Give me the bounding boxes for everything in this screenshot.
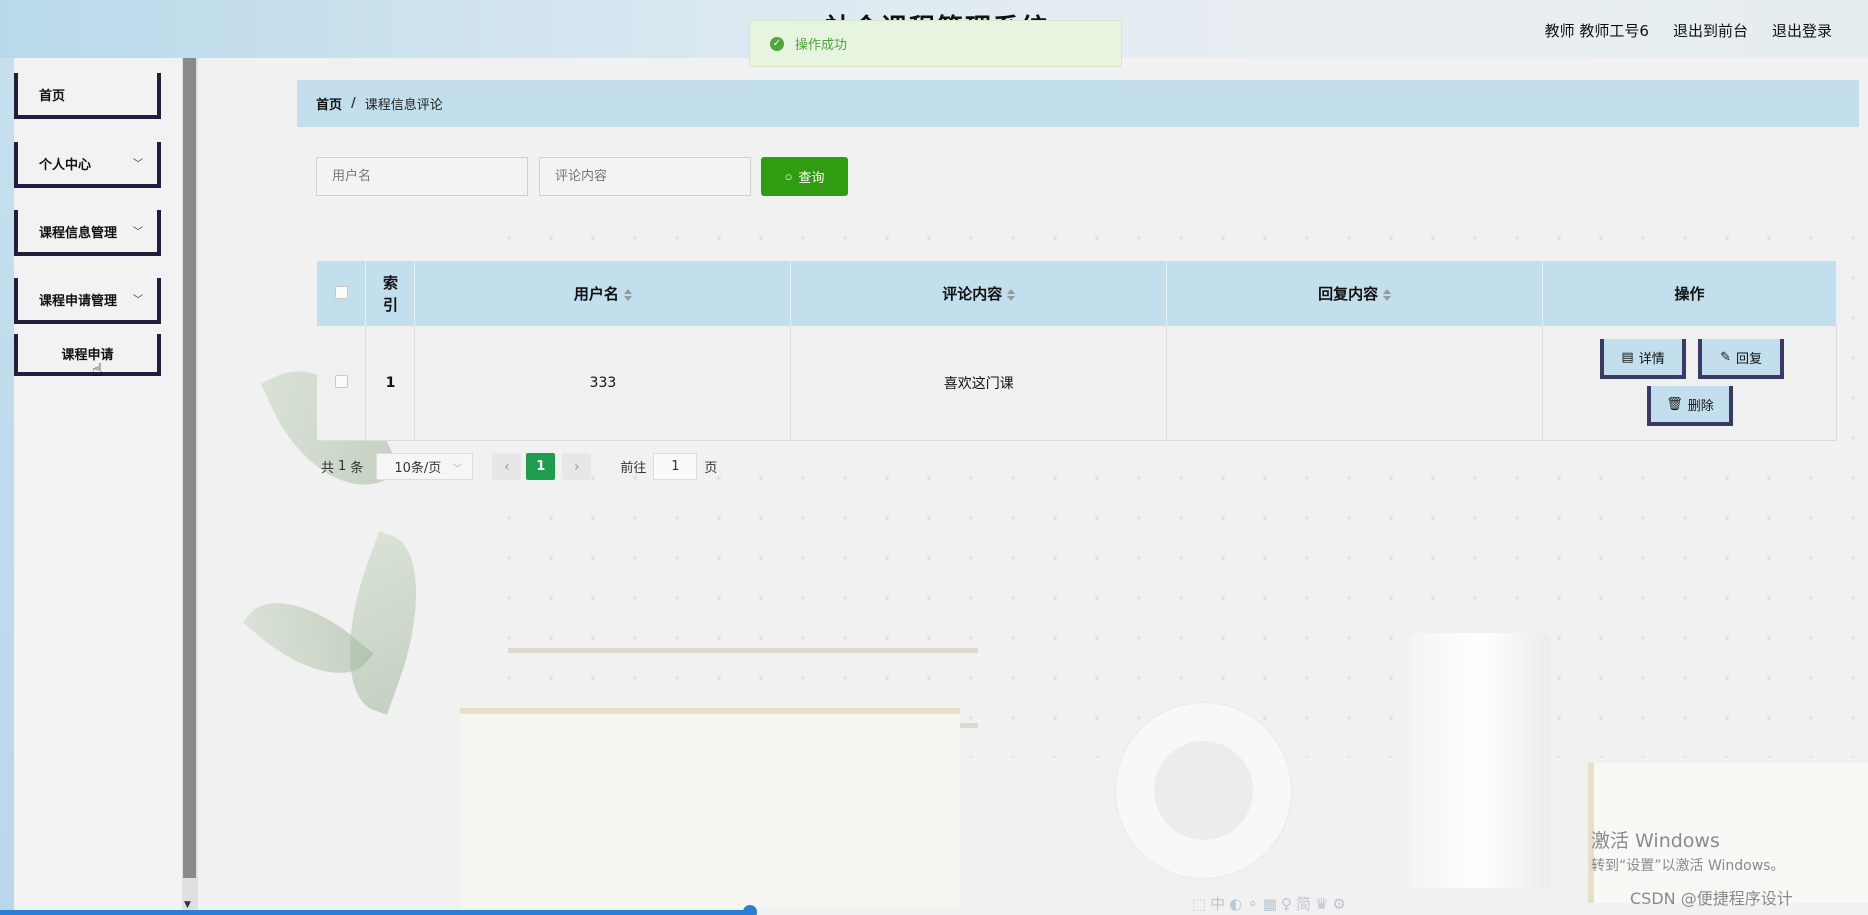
search-icon: ○: [784, 169, 793, 184]
delete-button[interactable]: 🗑 删除: [1647, 386, 1734, 426]
total-suffix: 条: [350, 461, 364, 476]
column-header-index: 索引: [365, 261, 416, 326]
column-header-label: 评论内容: [942, 285, 1003, 303]
sidebar: 首页 个人中心 ﹀ 课程信息管理 ﹀ 课程申请管理 ﹀ 课程申请: [0, 58, 198, 915]
success-toast: ✓ 操作成功: [749, 20, 1122, 67]
total-count: 1: [338, 459, 347, 474]
column-header-username[interactable]: 用户名: [414, 261, 792, 326]
user-label: 教师 教师工号6: [1544, 22, 1649, 40]
comment-table: 索引 用户名 评论内容 回复内容 操作 1 333 喜欢这门课 ▤ 详情 ✎ 回…: [317, 261, 1837, 441]
column-header-label: 用户名: [573, 285, 619, 303]
delete-button-label: 删除: [1687, 398, 1714, 414]
column-header-label: 回复内容: [1318, 285, 1379, 303]
toast-message: 操作成功: [795, 38, 848, 53]
search-button-label: 查询: [798, 170, 825, 185]
select-all-cell: [317, 261, 367, 326]
breadcrumb-separator: /: [351, 96, 356, 111]
chevron-down-icon: ﹀: [452, 464, 463, 475]
progress-bar: [0, 910, 750, 915]
reply-button[interactable]: ✎ 回复: [1698, 339, 1785, 379]
sidebar-item-label: 课程申请管理: [39, 293, 118, 309]
sidebar-item-home[interactable]: 首页: [14, 73, 161, 119]
reply-button-label: 回复: [1735, 351, 1762, 367]
chevron-down-icon: ﹀: [133, 227, 143, 238]
comment-search-input[interactable]: [539, 157, 751, 196]
row-select-cell: [317, 326, 367, 441]
row-index: 1: [365, 326, 416, 441]
header-links: 教师 教师工号6 退出到前台 退出登录: [1545, 20, 1832, 41]
row-content: 喜欢这门课: [790, 326, 1168, 441]
document-icon: ▤: [1621, 349, 1634, 365]
sidebar-item-label: 个人中心: [39, 157, 92, 173]
column-header-ops: 操作: [1542, 261, 1837, 326]
detail-button-label: 详情: [1638, 351, 1665, 367]
breadcrumb: 首页 / 课程信息评论: [297, 80, 1859, 127]
watermark-line1: 激活 Windows: [1591, 830, 1720, 852]
page-size-select[interactable]: 10条/页 ﹀: [376, 453, 474, 480]
scroll-down-icon[interactable]: ▼: [184, 900, 191, 910]
sort-icon[interactable]: [1383, 288, 1392, 301]
sidebar-item-course-info[interactable]: 课程信息管理 ﹀: [14, 210, 161, 256]
column-header-reply[interactable]: 回复内容: [1166, 261, 1544, 326]
column-header-content[interactable]: 评论内容: [790, 261, 1168, 326]
box-image: [460, 708, 960, 908]
next-page-button[interactable]: ›: [562, 453, 592, 480]
table-header-row: 索引 用户名 评论内容 回复内容 操作: [317, 261, 1837, 326]
check-circle-icon: ✓: [770, 36, 784, 51]
trash-icon: 🗑: [1666, 396, 1683, 412]
page-size-value: 10条/页: [394, 461, 442, 476]
chevron-down-icon: ﹀: [133, 295, 143, 306]
sidebar-item-label: 课程申请: [61, 347, 114, 363]
sidebar-scroll-thumb[interactable]: [183, 58, 196, 878]
chevron-left-icon: ‹: [504, 458, 510, 475]
row-reply: [1166, 326, 1544, 441]
breadcrumb-home[interactable]: 首页: [316, 94, 342, 113]
sidebar-item-label: 课程信息管理: [39, 225, 118, 241]
goto-label: 前往: [620, 461, 647, 476]
sidebar-item-course-apply[interactable]: 课程申请: [14, 334, 161, 376]
chevron-down-icon: ﹀: [133, 159, 143, 170]
progress-handle[interactable]: [743, 905, 757, 915]
search-button[interactable]: ○ 查询: [761, 157, 848, 196]
sort-icon[interactable]: [623, 288, 632, 301]
sidebar-item-label: 首页: [39, 88, 66, 104]
tape-roll-image: [1116, 703, 1291, 878]
chevron-right-icon: ›: [574, 458, 580, 475]
prev-page-button[interactable]: ‹: [492, 453, 522, 480]
total-prefix: 共: [321, 461, 335, 476]
detail-button[interactable]: ▤ 详情: [1600, 339, 1687, 379]
sort-icon[interactable]: [1007, 288, 1016, 301]
table-row: 1 333 喜欢这门课 ▤ 详情 ✎ 回复 🗑 删除: [317, 326, 1837, 441]
watermark-line2: 转到“设置”以激活 Windows。: [1591, 858, 1785, 874]
windows-activation-watermark: 激活 Windows 转到“设置”以激活 Windows。: [1591, 826, 1784, 875]
select-all-checkbox[interactable]: [334, 285, 348, 299]
exit-front-link[interactable]: 退出到前台: [1673, 20, 1748, 41]
row-ops: ▤ 详情 ✎ 回复 🗑 删除: [1542, 326, 1837, 441]
breadcrumb-current: 课程信息评论: [364, 98, 443, 113]
username-search-input[interactable]: [316, 157, 528, 196]
row-checkbox[interactable]: [334, 374, 348, 388]
logout-link[interactable]: 退出登录: [1772, 20, 1832, 41]
page-label: 页: [704, 461, 718, 476]
edit-icon: ✎: [1720, 349, 1731, 365]
hand-cursor-icon: ☝: [92, 360, 103, 381]
csdn-watermark: CSDN @便捷程序设计: [1630, 889, 1793, 908]
ime-toolbar-icons: ⬚中◐⚬▦♀简♛⚙: [1192, 895, 1350, 913]
pagination: 共 1 条 10条/页 ﹀ ‹ 1 › 前往 1 页: [321, 453, 717, 480]
row-username: 333: [414, 326, 792, 441]
goto-page-input[interactable]: 1: [653, 453, 698, 480]
sidebar-item-profile[interactable]: 个人中心 ﹀: [14, 142, 161, 188]
plant-leaf-image: [321, 531, 445, 715]
sidebar-item-course-apply-manage[interactable]: 课程申请管理 ﹀: [14, 278, 161, 324]
current-page-button[interactable]: 1: [526, 453, 556, 480]
jar-image: [1409, 633, 1551, 888]
